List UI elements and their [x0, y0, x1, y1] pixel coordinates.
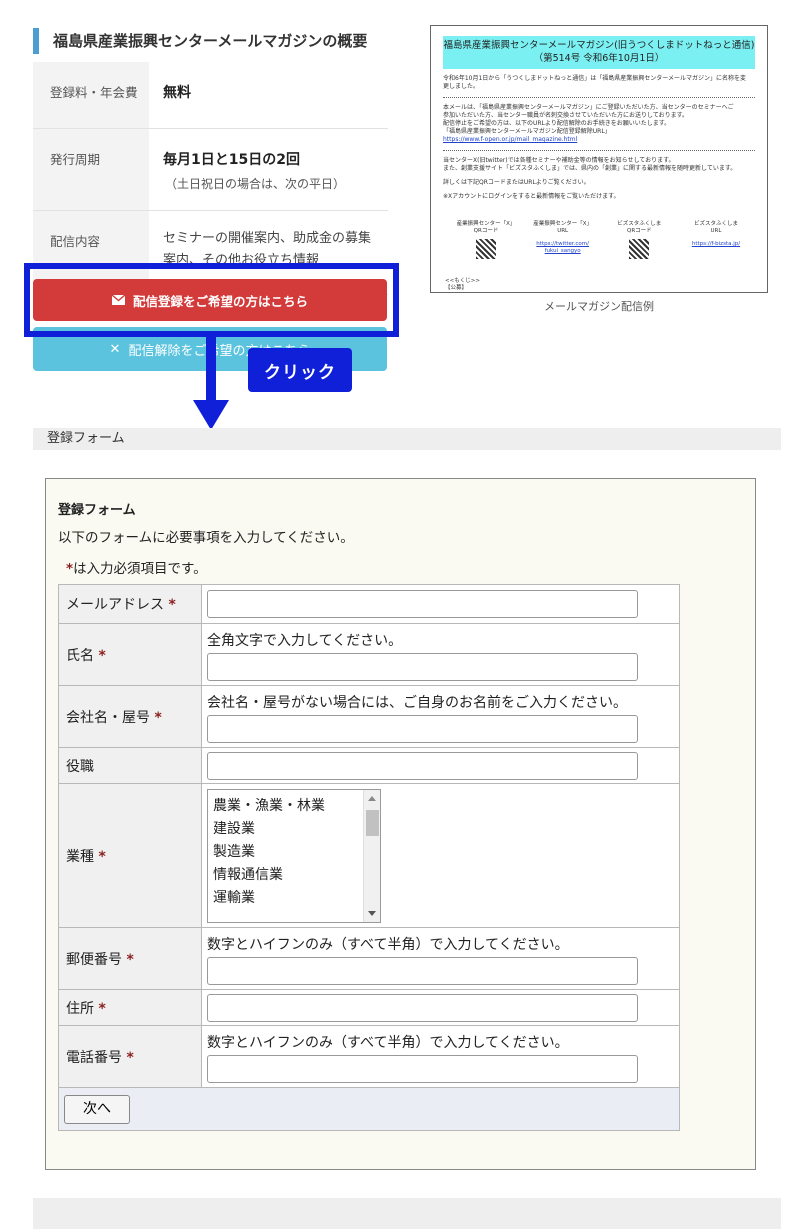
industry-listbox[interactable]: 農業・漁業・林業 建設業 製造業 情報通信業 運輸業 — [207, 788, 381, 923]
overview-label: 発行周期 — [33, 128, 149, 211]
company-input[interactable] — [207, 715, 638, 743]
required-star: * — [98, 848, 106, 865]
required-star: * — [66, 561, 74, 577]
phone-hint: 数字とハイフンのみ（すべて半角）で入力してください。 — [207, 1035, 569, 1051]
email-label: メールアドレス — [66, 597, 164, 613]
name-label: 氏名 — [66, 647, 94, 664]
required-star: * — [168, 597, 176, 613]
required-star: * — [154, 709, 162, 726]
form-row-industry: 業種 * 農業・漁業・林業 建設業 製造業 情報通信業 運輸業 — [58, 783, 680, 928]
required-star: * — [126, 951, 134, 968]
form-table: メールアドレス * 氏名 * 全角文字で入力してください。 会社名・屋号 * 会… — [58, 584, 680, 1131]
form-row-email: メールアドレス * — [58, 584, 680, 624]
overview-table: 登録料・年会費 無料 発行周期 毎月1日と15日の2回 （土日祝日の場合は、次の… — [33, 62, 388, 295]
position-input[interactable] — [207, 751, 638, 780]
arrow-down-shaft — [206, 337, 216, 402]
postal-hint: 数字とハイフンのみ（すべて半角）で入力してください。 — [207, 937, 569, 953]
click-annotation: クリック — [248, 348, 352, 392]
industry-option[interactable]: 建設業 — [208, 818, 380, 841]
form-title: 登録フォーム — [58, 503, 136, 518]
address-input[interactable] — [207, 993, 638, 1022]
overview-label: 登録料・年会費 — [33, 62, 149, 129]
sample-qr-row: 産業振興センター「X」 QRコード 産業振興センター「X」 URL https:… — [451, 221, 751, 259]
postal-label: 郵便番号 — [66, 951, 122, 968]
close-icon: ✕ — [109, 341, 121, 357]
email-input[interactable] — [207, 590, 638, 618]
industry-option[interactable]: 運輸業 — [208, 887, 380, 910]
required-star: * — [126, 1049, 134, 1066]
qr-code-icon — [476, 239, 496, 259]
form-row-position: 役職 — [58, 747, 680, 784]
listbox-scrollbar[interactable] — [363, 789, 380, 922]
phone-label: 電話番号 — [66, 1049, 122, 1066]
sample-header: 福島県産業振興センターメールマガジン(旧うつくしまドットねっと通信) （第514… — [443, 36, 755, 69]
postal-input[interactable] — [207, 957, 638, 985]
registration-form: 登録フォーム 以下のフォームに必要事項を入力してください。 *は入力必須項目です… — [45, 478, 756, 1170]
highlight-box — [24, 263, 399, 337]
form-row-phone: 電話番号 * 数字とハイフンのみ（すべて半角）で入力してください。 — [58, 1025, 680, 1088]
industry-option[interactable]: 農業・漁業・林業 — [208, 795, 380, 818]
industry-option[interactable]: 製造業 — [208, 841, 380, 864]
form-row-submit: 次へ — [58, 1087, 680, 1131]
form-row-name: 氏名 * 全角文字で入力してください。 — [58, 623, 680, 686]
company-hint: 会社名・屋号がない場合には、ご自身のお名前をご入力ください。 — [207, 695, 627, 711]
overview-title: 福島県産業振興センターメールマガジンの概要 — [33, 28, 367, 54]
industry-option[interactable]: 情報通信業 — [208, 864, 380, 887]
footer-bar — [33, 1198, 781, 1229]
position-label: 役職 — [66, 758, 94, 775]
sample-caption: メールマガジン配信例 — [544, 300, 654, 313]
overview-row-frequency: 発行周期 毎月1日と15日の2回 （土日祝日の場合は、次の平日） — [33, 128, 388, 211]
arrow-down-icon — [193, 400, 229, 430]
name-input[interactable] — [207, 653, 638, 681]
scroll-up-icon[interactable] — [368, 795, 376, 801]
next-button[interactable]: 次へ — [64, 1094, 130, 1124]
address-label: 住所 — [66, 1000, 94, 1017]
overview-note: （土日祝日の場合は、次の平日） — [165, 176, 346, 191]
section-title: 登録フォーム — [33, 428, 781, 450]
required-star: * — [98, 1000, 106, 1017]
newsletter-sample-image: 福島県産業振興センターメールマガジン(旧うつくしまドットねっと通信) （第514… — [430, 25, 768, 293]
company-label: 会社名・屋号 — [66, 709, 150, 726]
form-row-address: 住所 * — [58, 989, 680, 1026]
overview-row-fee: 登録料・年会費 無料 — [33, 62, 388, 129]
name-hint: 全角文字で入力してください。 — [207, 633, 403, 649]
phone-input[interactable] — [207, 1055, 638, 1083]
overview-value: 無料 — [163, 85, 191, 101]
scroll-thumb[interactable] — [366, 809, 379, 836]
qr-code-icon — [629, 239, 650, 259]
form-row-company: 会社名・屋号 * 会社名・屋号がない場合には、ご自身のお名前をご入力ください。 — [58, 685, 680, 748]
form-row-postal: 郵便番号 * 数字とハイフンのみ（すべて半角）で入力してください。 — [58, 927, 680, 990]
required-star: * — [98, 647, 106, 664]
scroll-down-icon[interactable] — [368, 910, 376, 916]
industry-label: 業種 — [66, 848, 94, 865]
overview-value: 毎月1日と15日の2回 — [163, 151, 300, 168]
required-note: *は入力必須項目です。 — [66, 561, 207, 577]
form-intro: 以下のフォームに必要事項を入力してください。 — [58, 530, 354, 546]
